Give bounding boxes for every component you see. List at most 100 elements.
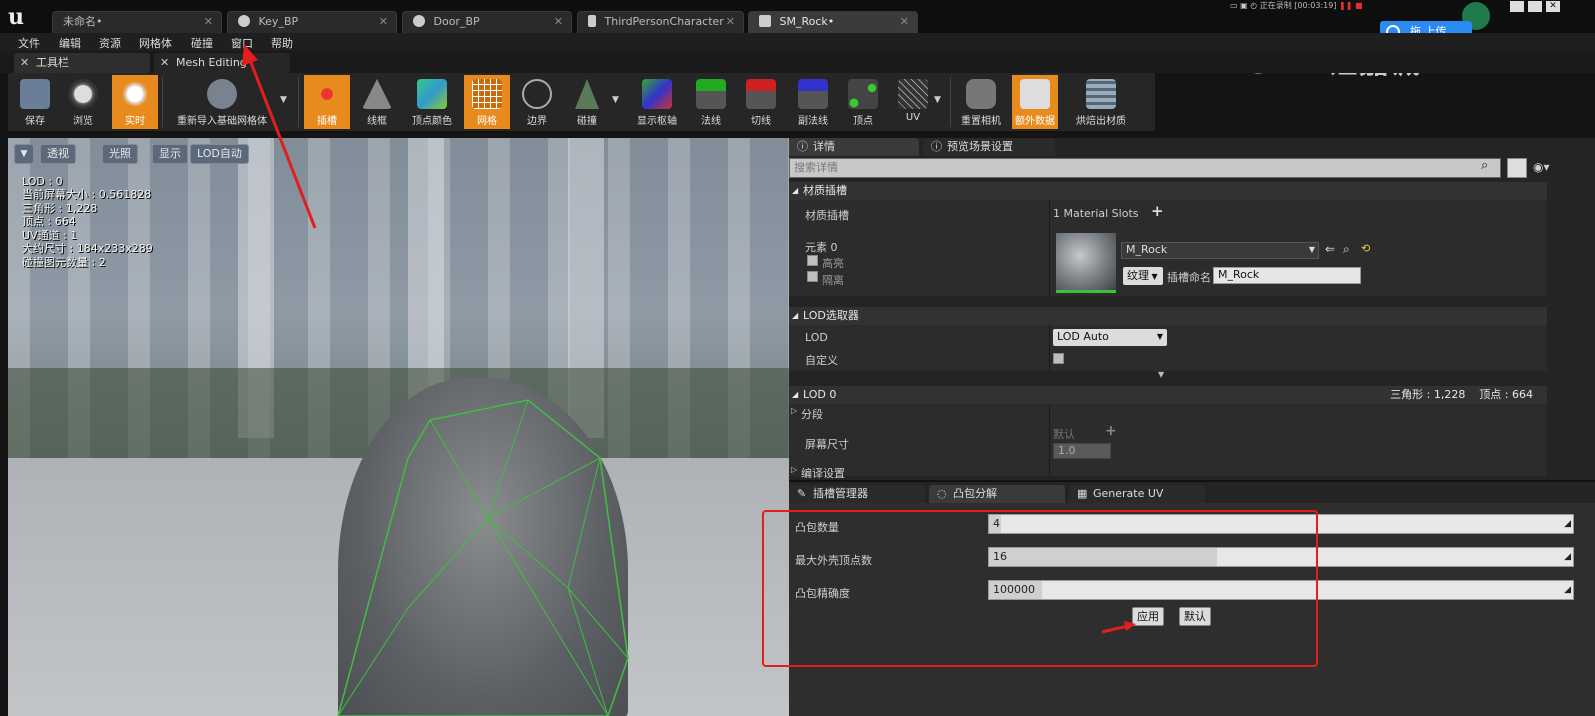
browse-icon[interactable]: ⌕ <box>1343 242 1350 257</box>
annotation-arrow-line <box>248 59 317 229</box>
socket-icon: ✎ <box>797 487 807 500</box>
collision-button[interactable]: 碰撞 <box>564 75 610 129</box>
resize-grip-icon: ◢ <box>1564 585 1571 595</box>
custom-checkbox[interactable] <box>1053 353 1064 364</box>
close-icon[interactable]: ✕ <box>726 12 735 32</box>
material-slots-label: 材质插槽 <box>805 209 849 222</box>
minimize-button[interactable] <box>1510 1 1524 12</box>
eye-icon[interactable]: ◉▾ <box>1533 160 1550 174</box>
tab-generate-uv[interactable]: ▦ Generate UV <box>1069 485 1205 503</box>
expand-icon[interactable]: ▷ <box>791 406 797 415</box>
collision-hull-edges <box>337 419 601 716</box>
tab-details[interactable]: ⓘ 详情 <box>789 138 919 156</box>
divider <box>950 77 951 127</box>
tab-door-bp[interactable]: Door_BP ✕ <box>402 11 572 33</box>
tab-label: Door_BP <box>433 15 480 28</box>
texture-dropdown[interactable]: 纹理 ▼ <box>1123 267 1163 285</box>
lod-dropdown[interactable]: LOD Auto ▼ <box>1053 329 1167 346</box>
button-label: UV <box>905 112 921 123</box>
bake-materials-button[interactable]: 烘焙出材质 <box>1070 75 1132 129</box>
column-divider <box>1049 325 1050 371</box>
lod-label: LOD <box>805 331 828 344</box>
collapse-icon[interactable]: ◢ <box>792 182 798 200</box>
additional-data-button[interactable]: 额外数据 <box>1012 75 1058 129</box>
lod0-stats: 三角形 : 1,228 顶点 : 664 <box>1390 388 1533 401</box>
slot-name-input[interactable]: M_Rock <box>1213 267 1361 284</box>
grid-button[interactable]: 网格 <box>464 75 510 129</box>
material-thumbnail[interactable] <box>1056 233 1116 293</box>
collision-icon <box>575 79 599 109</box>
resize-grip-icon: ◢ <box>1564 519 1571 529</box>
material-dropdown[interactable]: M_Rock ▼ <box>1121 242 1319 259</box>
hull-icon: ◌ <box>937 487 947 500</box>
tab-third-person-character[interactable]: ThirdPersonCharacter ✕ <box>577 11 744 33</box>
tab-label: 预览场景设置 <box>947 140 1013 153</box>
button-label: 顶点颜色 <box>412 116 452 127</box>
reset-icon[interactable]: ⟲ <box>1361 242 1370 255</box>
lod-value: LOD Auto <box>1057 330 1109 343</box>
screen-size-input[interactable]: 1.0 <box>1053 443 1111 459</box>
vertices-button[interactable]: 顶点 <box>840 75 886 129</box>
tab-convex-decomposition[interactable]: ◌ 凸包分解 <box>929 485 1065 503</box>
reset-camera-button[interactable]: 重置相机 <box>956 75 1006 129</box>
button-label: 顶点 <box>853 116 873 127</box>
highlight-checkbox[interactable] <box>807 255 818 266</box>
highlight-label: 高亮 <box>822 257 844 270</box>
panel-splitter[interactable] <box>789 480 1595 482</box>
collapse-icon[interactable]: ◢ <box>792 307 798 325</box>
section-material-slots[interactable]: ◢ 材质插槽 <box>789 182 1547 200</box>
collision-hull-outline <box>337 399 629 716</box>
recording-indicator: ▭ ▣ ◴ 正在录制 [00:03:19] ❚❚ ■ <box>1230 1 1363 10</box>
arrow-left-icon[interactable]: ⇐ <box>1325 242 1335 256</box>
button-label: 网格 <box>477 116 497 127</box>
default-label: 默认 <box>1053 428 1075 441</box>
tangents-icon <box>746 79 776 109</box>
chevron-down-icon: ▼ <box>1156 332 1163 341</box>
show-pivot-button[interactable]: 显示枢轴 <box>626 75 688 129</box>
tangents-button[interactable]: 切线 <box>738 75 784 129</box>
tab-socket-manager[interactable]: ✎ 插槽管理器 <box>789 485 925 503</box>
static-mesh-icon <box>759 15 771 27</box>
section-lod-picker[interactable]: ◢ LOD选取器 <box>789 307 1547 325</box>
isolate-checkbox[interactable] <box>807 271 818 282</box>
add-icon[interactable]: + <box>1105 423 1117 439</box>
section-lod0[interactable]: ◢ LOD 0 三角形 : 1,228 顶点 : 664 <box>789 386 1547 404</box>
build-settings-label: 编译设置 <box>801 467 845 480</box>
lod0-body <box>789 404 1547 476</box>
recording-status: 正在录制 [00:03:19] <box>1259 1 1337 10</box>
custom-label: 自定义 <box>805 354 838 367</box>
tab-label: 详情 <box>813 140 835 153</box>
tab-sm-rock[interactable]: SM_Rock• ✕ <box>748 11 918 33</box>
search-icon[interactable]: ⌕ <box>1481 158 1497 178</box>
bounds-icon <box>522 79 552 109</box>
close-icon[interactable]: ✕ <box>554 12 563 32</box>
annotation-arrow-head <box>1124 621 1136 631</box>
close-icon[interactable]: ✕ <box>900 12 909 32</box>
binormals-button[interactable]: 副法线 <box>788 75 838 129</box>
grid-icon <box>472 79 502 109</box>
uv-button[interactable]: UV <box>890 75 936 129</box>
blueprint-icon <box>588 15 596 27</box>
bounds-button[interactable]: 边界 <box>514 75 560 129</box>
maximize-button[interactable] <box>1528 1 1542 12</box>
collapse-icon[interactable]: ◢ <box>792 386 798 404</box>
expand-icon[interactable]: ▷ <box>791 465 797 474</box>
details-search-input[interactable]: 搜索详情 <box>789 158 1501 178</box>
button-label: 边界 <box>527 116 547 127</box>
tab-preview-scene[interactable]: ⓘ 预览场景设置 <box>923 138 1055 156</box>
layers-icon <box>1086 79 1116 109</box>
close-window-button[interactable]: ✕ <box>1546 1 1560 12</box>
info-icon: ⓘ <box>931 140 942 153</box>
view-options-icon[interactable] <box>1507 158 1527 178</box>
add-slot-icon[interactable]: + <box>1151 202 1164 220</box>
tab-label: SM_Rock• <box>779 15 835 28</box>
normals-button[interactable]: 法线 <box>688 75 734 129</box>
chevron-down-icon[interactable]: ▼ <box>934 95 941 105</box>
annotation-highlight-box <box>762 510 1318 667</box>
vertex-color-button[interactable]: 顶点颜色 <box>406 75 458 129</box>
blueprint-icon <box>413 15 425 27</box>
binormals-icon <box>798 79 828 109</box>
chevron-down-icon[interactable]: ▼ <box>612 95 619 105</box>
expand-arrow-icon[interactable]: ▼ <box>1158 370 1164 379</box>
uv-icon: ▦ <box>1077 487 1088 500</box>
